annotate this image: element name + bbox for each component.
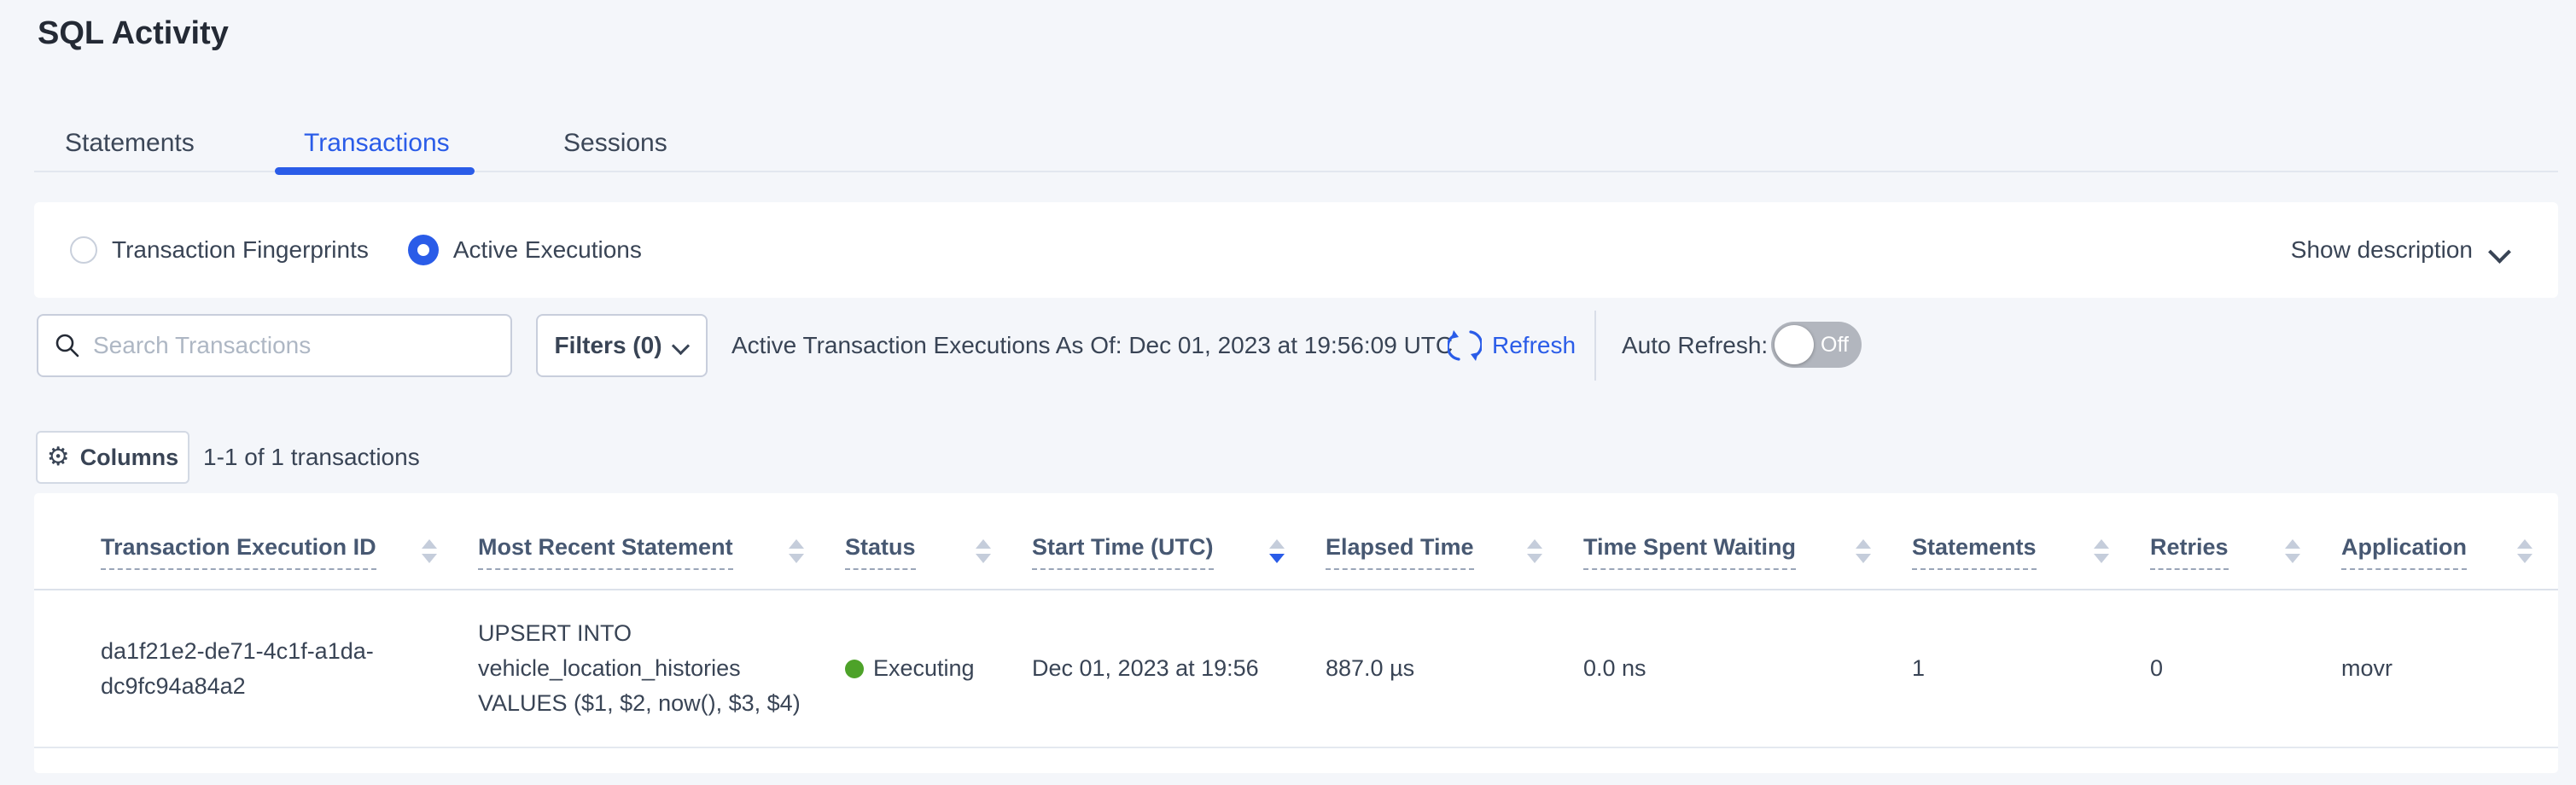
column-header-status[interactable]: Status <box>845 534 1032 589</box>
results-count: 1-1 of 1 transactions <box>203 431 420 484</box>
sort-icon[interactable] <box>789 534 804 563</box>
tab-transactions[interactable]: Transactions <box>304 119 450 167</box>
filters-button[interactable]: Filters (0) <box>536 314 708 377</box>
chevron-down-icon <box>2490 241 2507 259</box>
status-badge: Executing <box>873 651 975 686</box>
toolbar-divider <box>1594 311 1596 381</box>
sort-icon[interactable] <box>1856 534 1871 563</box>
sort-icon[interactable] <box>2517 534 2532 563</box>
table-row[interactable]: da1f21e2-de71-4c1f-a1da- dc9fc94a84a2 UP… <box>34 590 2558 748</box>
sort-icon[interactable] <box>976 534 991 563</box>
radio-selected-icon[interactable] <box>408 235 439 265</box>
search-input[interactable] <box>93 332 495 359</box>
as-of-timestamp: Active Transaction Executions As Of: Dec… <box>731 314 1453 377</box>
show-description-toggle[interactable]: Show description <box>2291 236 2507 264</box>
radio-label: Transaction Fingerprints <box>112 236 369 264</box>
sort-icon[interactable] <box>2094 534 2109 563</box>
sort-icon[interactable] <box>2285 534 2300 563</box>
tab-sessions[interactable]: Sessions <box>563 119 667 167</box>
show-description-label: Show description <box>2291 236 2473 264</box>
gear-icon: ⚙ <box>47 445 70 470</box>
columns-button[interactable]: ⚙ Columns <box>36 431 189 484</box>
column-header-elapsed-time[interactable]: Elapsed Time <box>1326 534 1583 589</box>
page-title: SQL Activity <box>38 15 229 52</box>
view-mode-radio-group: Transaction Fingerprints Active Executio… <box>70 235 642 265</box>
column-header-application[interactable]: Application <box>2341 534 2558 589</box>
refresh-button[interactable]: Refresh <box>1448 314 1576 377</box>
cell-application: movr <box>2341 651 2558 686</box>
cell-most-recent-statement: UPSERT INTO vehicle_location_histories V… <box>478 616 845 721</box>
cell-status: Executing <box>845 651 1032 686</box>
columns-button-label: Columns <box>80 445 179 471</box>
transactions-table: Transaction Execution ID Most Recent Sta… <box>34 493 2558 773</box>
refresh-label: Refresh <box>1492 332 1576 359</box>
column-header-time-spent-waiting[interactable]: Time Spent Waiting <box>1583 534 1912 589</box>
cell-start-time: Dec 01, 2023 at 19:56 <box>1032 651 1326 686</box>
column-header-retries[interactable]: Retries <box>2150 534 2341 589</box>
cell-retries: 0 <box>2150 651 2341 686</box>
cell-elapsed-time: 887.0 µs <box>1326 651 1583 686</box>
tab-statements[interactable]: Statements <box>65 119 195 167</box>
table-header-row: Transaction Execution ID Most Recent Sta… <box>34 493 2558 590</box>
cell-transaction-execution-id[interactable]: da1f21e2-de71-4c1f-a1da- dc9fc94a84a2 <box>101 634 478 704</box>
search-box[interactable] <box>37 314 512 377</box>
sort-icon[interactable] <box>1527 534 1542 563</box>
search-icon <box>54 332 81 359</box>
column-header-transaction-execution-id[interactable]: Transaction Execution ID <box>101 534 478 589</box>
cell-time-spent-waiting: 0.0 ns <box>1583 651 1912 686</box>
refresh-icon <box>1448 327 1482 364</box>
filters-label: Filters (0) <box>554 332 661 359</box>
view-mode-card: Transaction Fingerprints Active Executio… <box>34 202 2558 298</box>
active-tab-underline <box>275 167 475 175</box>
sort-icon[interactable] <box>422 534 437 563</box>
cell-statements: 1 <box>1912 651 2150 686</box>
column-header-start-time[interactable]: Start Time (UTC) <box>1032 534 1326 589</box>
radio-transaction-fingerprints[interactable]: Transaction Fingerprints <box>70 236 369 264</box>
radio-active-executions[interactable]: Active Executions <box>408 235 642 265</box>
sort-icon[interactable] <box>1269 534 1285 563</box>
column-header-statements[interactable]: Statements <box>1912 534 2150 589</box>
radio-unselected-icon[interactable] <box>70 236 97 264</box>
radio-label: Active Executions <box>453 236 642 264</box>
auto-refresh-toggle[interactable]: Off <box>1771 322 1862 368</box>
column-header-most-recent-statement[interactable]: Most Recent Statement <box>478 534 845 589</box>
status-executing-dot-icon <box>845 660 864 678</box>
chevron-down-icon <box>673 337 690 354</box>
toggle-knob[interactable] <box>1775 325 1814 364</box>
toggle-state-label: Off <box>1821 322 1849 368</box>
auto-refresh-label: Auto Refresh: <box>1622 314 1768 377</box>
